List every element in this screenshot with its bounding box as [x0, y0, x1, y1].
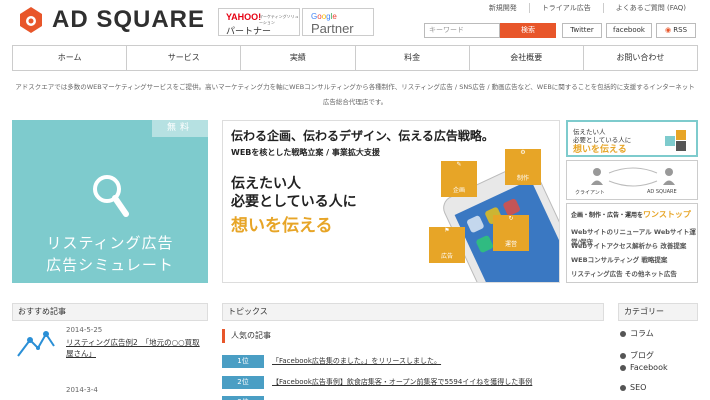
recommended-heading: おすすめ記事 [12, 303, 208, 321]
banner-line1: 伝えたい人 [231, 176, 301, 192]
nav-home[interactable]: ホーム [13, 46, 126, 70]
article-date: 2014-3-4 [66, 386, 98, 394]
side2-brand: AD SQUARE [647, 189, 677, 195]
site-header: AD SQUARE YAHOO! マーケティングソリューション パートナー Go… [0, 0, 710, 42]
google-partner-badge[interactable]: Google Partner [302, 8, 374, 36]
nav-contact[interactable]: お問い合わせ [582, 46, 697, 70]
side3-top: 企画・制作・広告・運用をワンストップ [571, 209, 691, 220]
cube-icon [665, 130, 686, 151]
rank-badge: 2位 [222, 376, 264, 389]
logo-text[interactable]: AD SQUARE [52, 6, 205, 34]
bullet-icon [620, 352, 626, 359]
production-label: 制作 [516, 175, 529, 182]
rss-button[interactable]: ◉ RSS [656, 23, 696, 38]
article-title[interactable]: リスティング広告例2 「地元の○○買取屋さん」 [66, 337, 206, 359]
nav-works[interactable]: 実績 [240, 46, 354, 70]
nav-service[interactable]: サービス [126, 46, 240, 70]
category-item[interactable]: Facebook [620, 363, 700, 372]
yahoo-partner-badge[interactable]: YAHOO! マーケティングソリューション パートナー [218, 8, 300, 37]
article-date: 2014-5-25 [66, 326, 103, 334]
popular-heading: 人気の記事 [222, 329, 604, 343]
google-partner-label: Partner [311, 21, 354, 36]
side-banner-message[interactable]: 伝えたい人 必要としている人に 想いを伝える [566, 120, 698, 157]
search-input[interactable]: キーワード [424, 23, 500, 38]
search-button[interactable]: 検索 [500, 23, 556, 38]
free-badge: 無料 [152, 120, 208, 137]
bullet-icon [620, 364, 626, 371]
ad-icon: ⚑ 広告 [429, 227, 465, 263]
rank-badge: 3位 [222, 396, 264, 400]
top-link-faq[interactable]: よくあるご質問 (FAQ) [602, 3, 698, 13]
rss-label: RSS [673, 26, 688, 34]
category-label[interactable]: ブログ [630, 351, 654, 360]
side3-row2: Webサイトアクセス解析から 改善提案 [571, 242, 687, 250]
plan-label: 企画 [452, 187, 465, 194]
bullet-icon [620, 384, 626, 391]
recommended-item[interactable]: 2014-5-25 リスティング広告例2 「地元の○○買取屋さん」 [12, 326, 208, 370]
operation-label: 運営 [504, 241, 517, 248]
main-nav: ホーム サービス 実績 料金 会社概要 お問い合わせ [12, 45, 698, 71]
intro-text: アドスクエアでは多数のWEBマーケティングサービスをご提供。高いマーケティング力… [15, 83, 695, 106]
rank-row[interactable]: 1位 「Facebook広告集のました。」をリリースしました。 [222, 355, 604, 369]
logo-icon[interactable] [18, 6, 44, 34]
category-heading: カテゴリー [618, 303, 698, 321]
nav-price[interactable]: 料金 [354, 46, 469, 70]
top-link-new[interactable]: 新規開発 [477, 3, 529, 13]
side3-top-text: 企画・制作・広告・運用を [571, 212, 644, 219]
rank-link[interactable]: 【Facebook広告事例】飲食店集客・オープン前集客で5594イイねを獲得した… [272, 377, 532, 387]
rank-row[interactable]: 2位 【Facebook広告事例】飲食店集客・オープン前集客で5594イイねを獲… [222, 376, 604, 390]
production-icon: ⚙ 制作 [505, 149, 541, 185]
magnifier-icon [93, 175, 129, 217]
top-link-trial[interactable]: トライアル広告 [528, 3, 603, 13]
listing-simulator-banner[interactable]: 無料 リスティング広告 広告シミュレート [12, 120, 208, 283]
facebook-button[interactable]: facebook [606, 23, 652, 38]
banner-headline: 伝わる企画、伝わるデザイン、伝える広告戦略。 [231, 129, 494, 143]
rank-badge: 1位 [222, 355, 264, 368]
plan-icon: ✎ 企画 [441, 161, 477, 197]
ad-label: 広告 [440, 253, 453, 260]
side3-top-highlight: ワンストップ [643, 210, 691, 219]
category-item[interactable]: コラム [620, 328, 700, 339]
article-thumbnail [12, 326, 60, 366]
twitter-button[interactable]: Twitter [562, 23, 602, 38]
operation-icon: ↻ 運営 [493, 215, 529, 251]
topics-heading: トピックス [222, 303, 604, 321]
rank-row[interactable]: 3位 [222, 396, 604, 400]
yahoo-logo: YAHOO! [226, 12, 262, 22]
side3-row4: リスティング広告 その他ネット広告 [571, 270, 677, 278]
rank-link[interactable]: 「Facebook広告集のました。」をリリースしました。 [272, 356, 441, 366]
simulator-line1: リスティング広告 [46, 234, 174, 252]
google-logo: Google [311, 12, 337, 21]
banner-highlight: 想いを伝える [231, 216, 333, 236]
nav-company[interactable]: 会社概要 [468, 46, 583, 70]
category-label[interactable]: コラム [630, 329, 654, 338]
category-item[interactable]: SEO [620, 383, 700, 392]
rss-icon: ◉ [664, 26, 672, 34]
category-item[interactable]: ブログ [620, 350, 700, 361]
banner-subheadline: WEBを核とした戦略立案 / 事業拡大支援 [231, 148, 380, 157]
flow-diagram-icon [591, 167, 675, 187]
side1-line2: 想いを伝える [573, 145, 627, 155]
bullet-icon [620, 330, 626, 337]
side-banner-onestop[interactable]: 企画・制作・広告・運用をワンストップ Webサイトのリニューアル Webサイト運… [566, 203, 698, 283]
category-label[interactable]: Facebook [630, 363, 668, 372]
banner-line2: 必要としている人に [231, 194, 357, 210]
side-banner-flow[interactable]: クライアント AD SQUARE [566, 160, 698, 200]
category-label[interactable]: SEO [630, 383, 646, 392]
simulator-line2: 広告シミュレート [46, 256, 174, 274]
side3-row3: WEBコンサルティング 戦略提案 [571, 256, 668, 264]
hero-banner[interactable]: 伝わる企画、伝わるデザイン、伝える広告戦略。 WEBを核とした戦略立案 / 事業… [222, 120, 560, 283]
side2-client: クライアント [575, 190, 605, 196]
recommended-item[interactable]: 2014-3-4 [12, 386, 208, 400]
top-links: 新規開発 トライアル広告 よくあるご質問 (FAQ) [477, 3, 698, 13]
yahoo-partner-label: パートナー [226, 27, 272, 37]
